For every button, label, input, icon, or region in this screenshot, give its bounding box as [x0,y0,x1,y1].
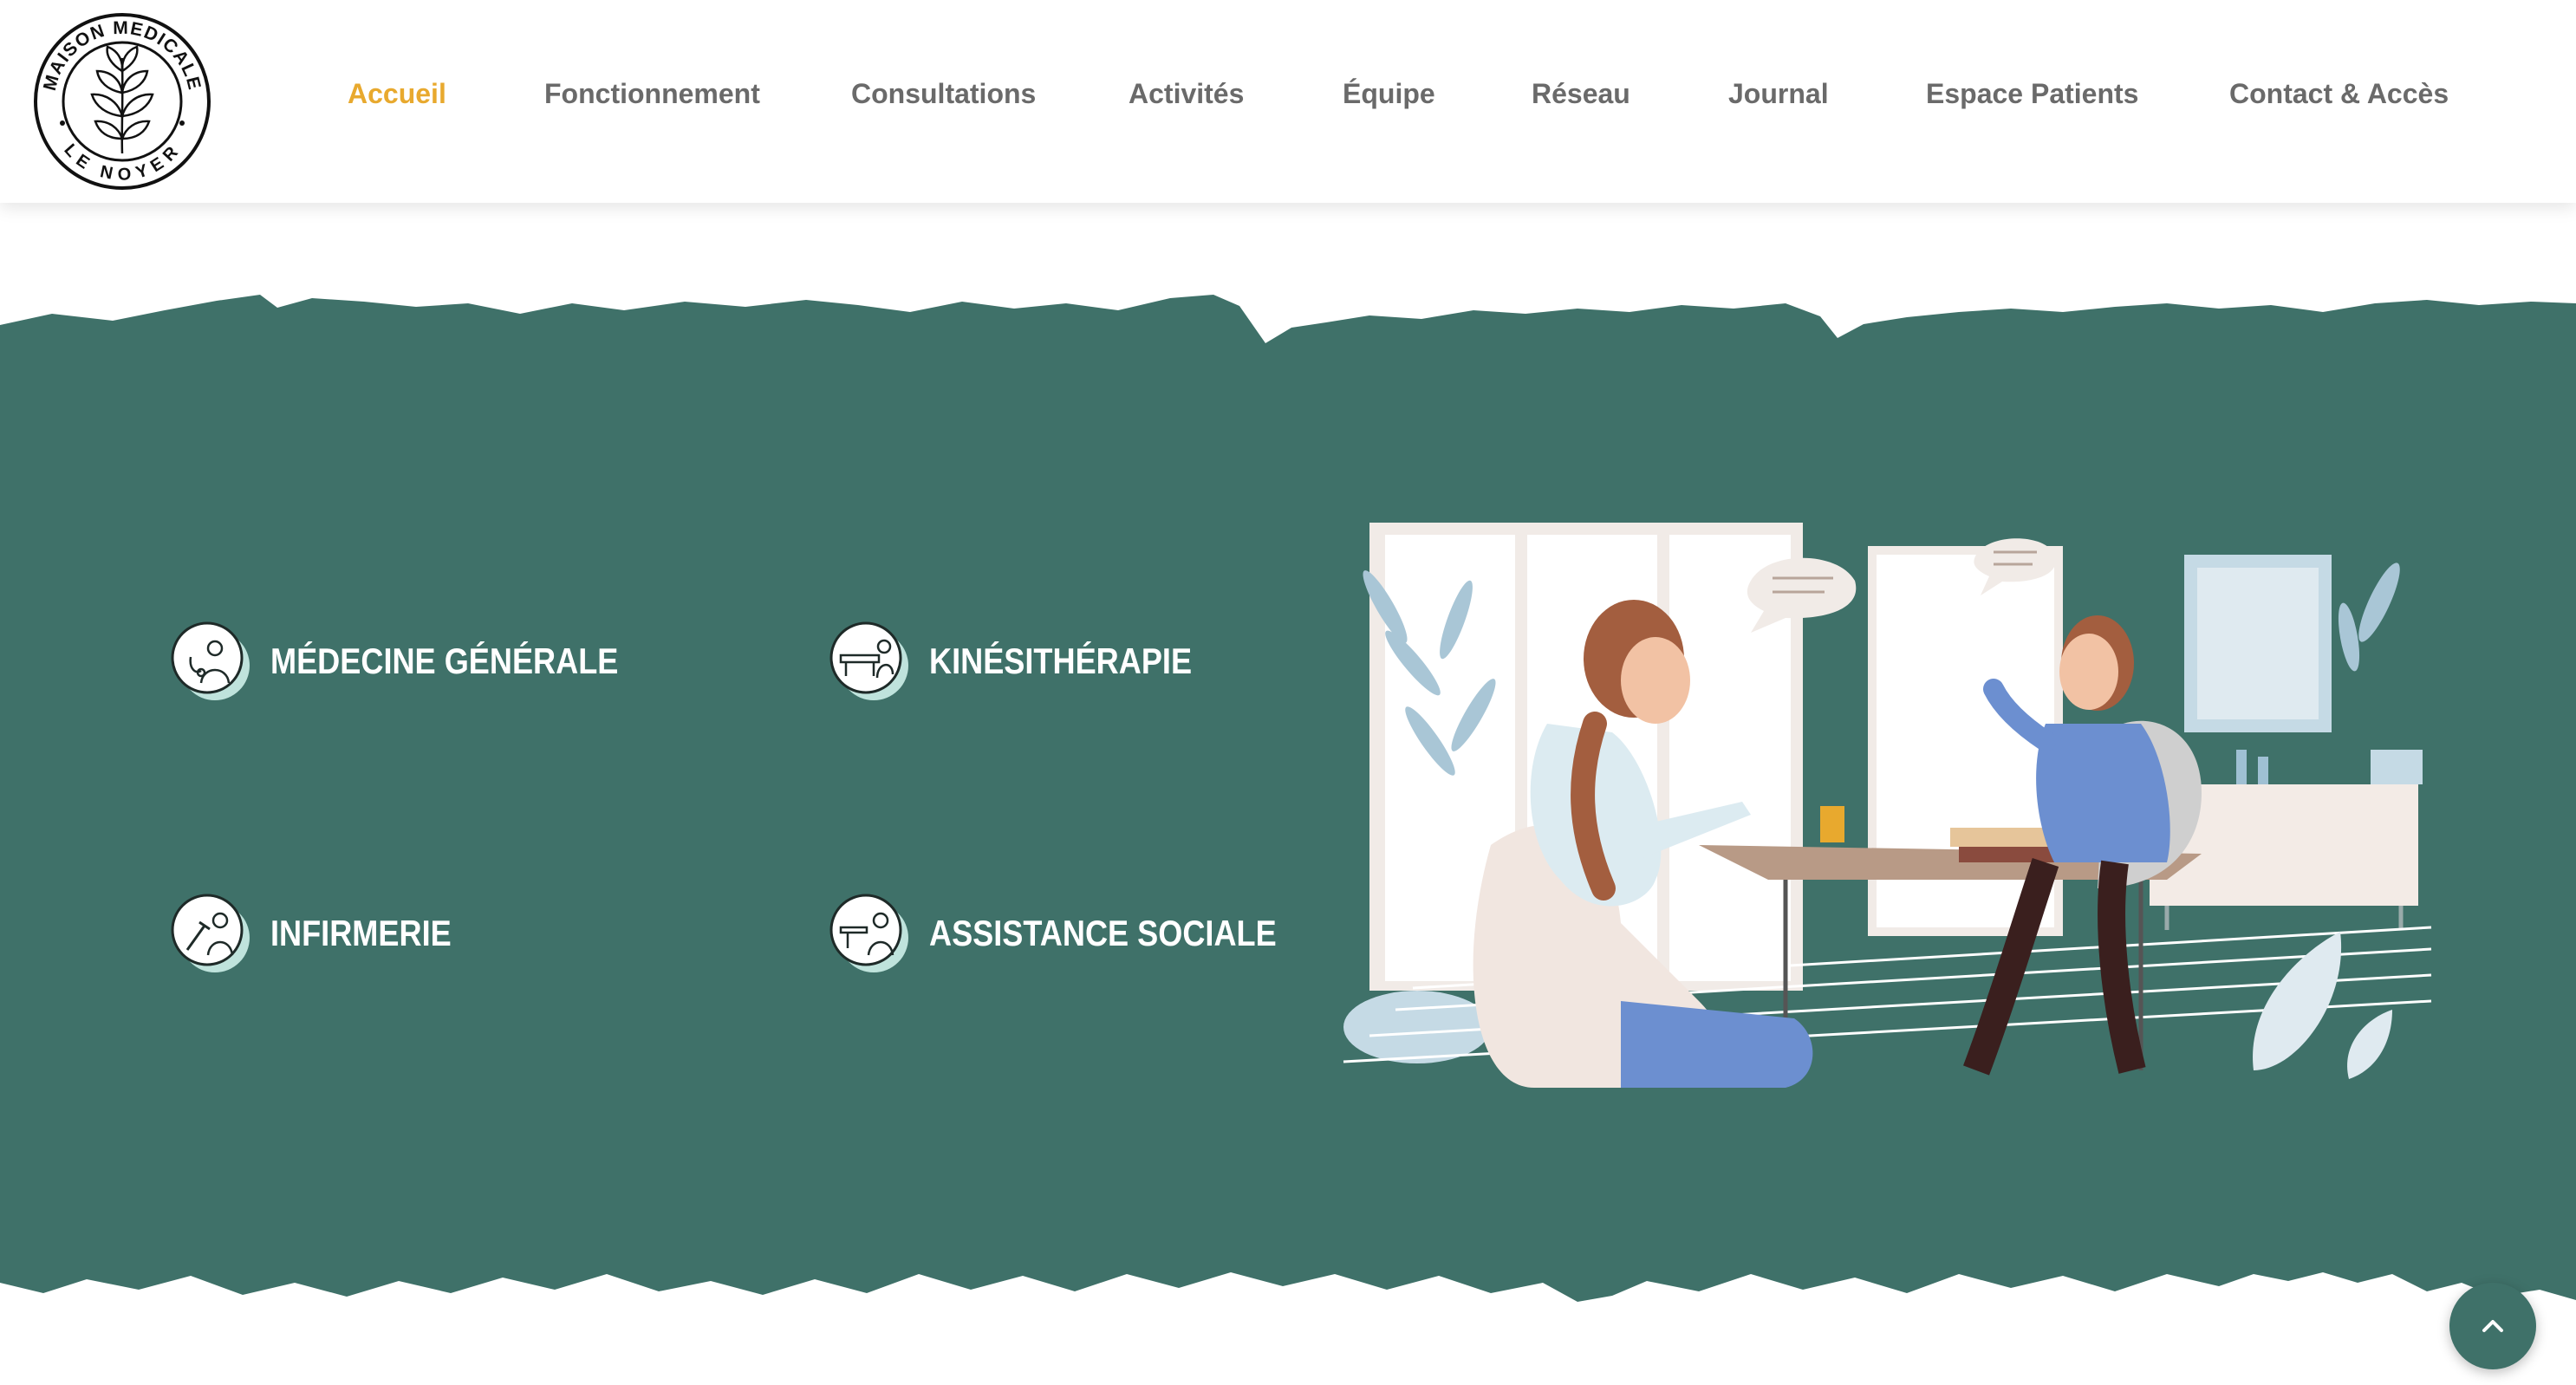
nav-item-journal[interactable]: Journal [1728,78,1829,110]
nav-item-equipe[interactable]: Équipe [1343,78,1435,110]
nav-item-activites[interactable]: Activités [1129,78,1244,110]
service-kinesitherapie[interactable]: KINÉSITHÉRAPIE [829,621,1234,702]
service-medecine-generale[interactable]: MÉDECINE GÉNÉRALE [170,621,675,702]
doctor-stethoscope-icon [171,621,250,700]
service-infirmerie[interactable]: INFIRMERIE [170,893,481,974]
social-assistance-icon [829,894,908,972]
nav-item-espace-patients[interactable]: Espace Patients [1926,78,2138,110]
physiotherapy-table-icon [829,621,908,700]
scroll-to-top-button[interactable] [2449,1283,2536,1369]
nav-item-contact-acces[interactable]: Contact & Accès [2229,78,2449,110]
consultation-scene-illustration [1343,523,2432,1088]
chevron-up-icon [2482,1320,2503,1332]
nav-item-consultations[interactable]: Consultations [851,78,1036,110]
service-label: INFIRMERIE [270,913,452,953]
site-header: MAISON MEDICALE LE NOYER Accueil Fonctio… [0,0,2576,203]
service-assistance-sociale[interactable]: ASSISTANCE SOCIALE [829,893,1333,974]
nurse-syringe-icon [171,894,250,972]
main-navigation: Accueil Fonctionnement Consultations Act… [0,0,2576,203]
service-label: MÉDECINE GÉNÉRALE [270,640,619,681]
nav-item-accueil[interactable]: Accueil [348,78,446,110]
nav-item-reseau[interactable]: Réseau [1532,78,1630,110]
service-label: ASSISTANCE SOCIALE [929,913,1277,953]
service-label: KINÉSITHÉRAPIE [929,640,1193,681]
nav-item-fonctionnement[interactable]: Fonctionnement [544,78,760,110]
